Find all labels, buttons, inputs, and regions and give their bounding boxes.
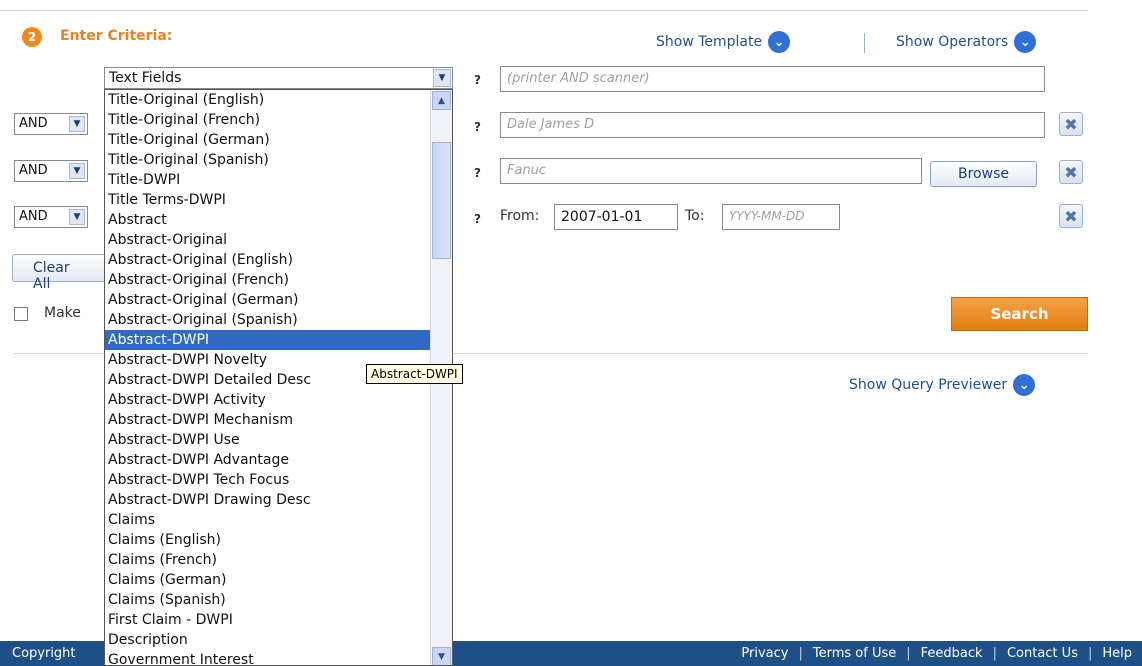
chevron-down-icon: ⌄ — [768, 31, 791, 53]
from-label: From: — [500, 208, 540, 224]
operator-value: AND — [19, 209, 48, 224]
dropdown-option[interactable]: Abstract-DWPI Activity — [105, 390, 452, 410]
close-icon: ✖ — [1064, 206, 1078, 226]
criteria-input-1[interactable]: (printer AND scanner) — [500, 66, 1045, 92]
copyright-text: Copyright — [12, 646, 76, 661]
show-operators-link[interactable]: Show Operators ⌄ — [896, 31, 1037, 53]
scroll-up-icon[interactable]: ▲ — [432, 91, 451, 110]
clear-all-button[interactable]: Clear All — [12, 254, 112, 292]
dropdown-option[interactable]: Title-Original (French) — [105, 110, 452, 130]
dropdown-option[interactable]: First Claim - DWPI — [105, 610, 452, 630]
dropdown-option[interactable]: Claims (English) — [105, 530, 452, 550]
browse-button[interactable]: Browse — [930, 161, 1037, 187]
dropdown-option[interactable]: Abstract-DWPI Mechanism — [105, 410, 452, 430]
link-separator — [864, 33, 865, 53]
dropdown-option[interactable]: Government Interest — [105, 650, 452, 665]
search-button[interactable]: Search — [951, 297, 1088, 331]
dropdown-option[interactable]: Abstract-Original (German) — [105, 290, 452, 310]
dropdown-option[interactable]: Title-Original (German) — [105, 130, 452, 150]
footer-link-feedback[interactable]: Feedback — [921, 646, 983, 661]
dropdown-option[interactable]: Description — [105, 630, 452, 650]
footer-separator: | — [906, 646, 911, 661]
dropdown-option[interactable]: Claims (Spanish) — [105, 590, 452, 610]
to-label: To: — [685, 208, 705, 224]
dropdown-option[interactable]: Title-Original (Spanish) — [105, 150, 452, 170]
operator-select-3[interactable]: AND ▼ — [14, 206, 88, 228]
footer-link-help[interactable]: Help — [1102, 646, 1132, 661]
dropdown-option[interactable]: Claims (French) — [105, 550, 452, 570]
show-operators-label: Show Operators — [896, 34, 1009, 50]
dropdown-option[interactable]: Abstract-DWPI Advantage — [105, 450, 452, 470]
make-default-checkbox[interactable] — [14, 307, 28, 321]
footer-link-terms[interactable]: Terms of Use — [813, 646, 896, 661]
chevron-down-icon: ⌄ — [1013, 374, 1036, 396]
show-template-label: Show Template — [656, 34, 763, 50]
remove-row-button[interactable]: ✖ — [1059, 160, 1083, 184]
dropdown-option[interactable]: Abstract-DWPI Use — [105, 430, 452, 450]
show-query-previewer-link[interactable]: Show Query Previewer ⌄ — [849, 374, 1036, 396]
close-icon: ✖ — [1064, 162, 1078, 182]
chevron-down-icon: ⌄ — [1014, 31, 1037, 53]
remove-row-button[interactable]: ✖ — [1059, 112, 1083, 136]
chevron-down-icon[interactable]: ▼ — [69, 209, 85, 225]
to-date-input[interactable]: YYYY-MM-DD — [722, 204, 840, 230]
criteria-input-2[interactable]: Dale James D — [500, 112, 1045, 138]
dropdown-option[interactable]: Abstract-DWPI — [105, 330, 452, 350]
chevron-down-icon[interactable]: ▼ — [69, 116, 85, 132]
close-icon: ✖ — [1064, 114, 1078, 134]
chevron-down-icon[interactable]: ▼ — [433, 69, 451, 87]
help-icon[interactable]: ? — [474, 212, 481, 226]
chevron-down-icon[interactable]: ▼ — [69, 163, 85, 179]
dropdown-option[interactable]: Abstract-DWPI Drawing Desc — [105, 490, 452, 510]
dropdown-option[interactable]: Claims (German) — [105, 570, 452, 590]
dropdown-option[interactable]: Title Terms-DWPI — [105, 190, 452, 210]
field-select[interactable]: Text Fields ▼ — [104, 67, 453, 89]
option-tooltip: Abstract-DWPI — [366, 364, 463, 384]
remove-row-button[interactable]: ✖ — [1059, 204, 1083, 228]
dropdown-option[interactable]: Abstract — [105, 210, 452, 230]
footer-links: Privacy | Terms of Use | Feedback | Cont… — [741, 646, 1132, 661]
dropdown-option[interactable]: Abstract-Original (French) — [105, 270, 452, 290]
footer-separator: | — [992, 646, 997, 661]
dropdown-option[interactable]: Abstract-Original — [105, 230, 452, 250]
step-title: Enter Criteria: — [60, 28, 173, 44]
dropdown-option[interactable]: Abstract-DWPI Tech Focus — [105, 470, 452, 490]
operator-select-2[interactable]: AND ▼ — [14, 160, 88, 182]
footer-separator: | — [1087, 646, 1093, 661]
top-divider — [0, 10, 1088, 11]
step-number-badge: 2 — [22, 27, 42, 47]
footer-link-contact[interactable]: Contact Us — [1007, 646, 1078, 661]
operator-value: AND — [19, 116, 48, 131]
help-icon[interactable]: ? — [474, 120, 481, 134]
field-select-value: Text Fields — [109, 70, 182, 86]
operator-value: AND — [19, 163, 48, 178]
scroll-down-icon[interactable]: ▼ — [432, 647, 451, 665]
make-default-label: Make — [44, 305, 81, 321]
help-icon[interactable]: ? — [474, 166, 481, 180]
operator-select-1[interactable]: AND ▼ — [14, 113, 88, 135]
dropdown-option[interactable]: Claims — [105, 510, 452, 530]
footer-link-privacy[interactable]: Privacy — [741, 646, 788, 661]
from-date-input[interactable]: 2007-01-01 — [554, 204, 678, 230]
dropdown-option[interactable]: Abstract-Original (English) — [105, 250, 452, 270]
dropdown-option[interactable]: Abstract-Original (Spanish) — [105, 310, 452, 330]
criteria-input-3[interactable]: Fanuc — [500, 158, 922, 184]
scroll-thumb[interactable] — [432, 142, 451, 259]
show-query-previewer-label: Show Query Previewer — [849, 377, 1008, 393]
dropdown-option[interactable]: Title-DWPI — [105, 170, 452, 190]
show-template-link[interactable]: Show Template ⌄ — [656, 31, 791, 53]
help-icon[interactable]: ? — [474, 73, 481, 87]
footer-separator: | — [798, 646, 803, 661]
dropdown-option[interactable]: Title-Original (English) — [105, 90, 452, 110]
